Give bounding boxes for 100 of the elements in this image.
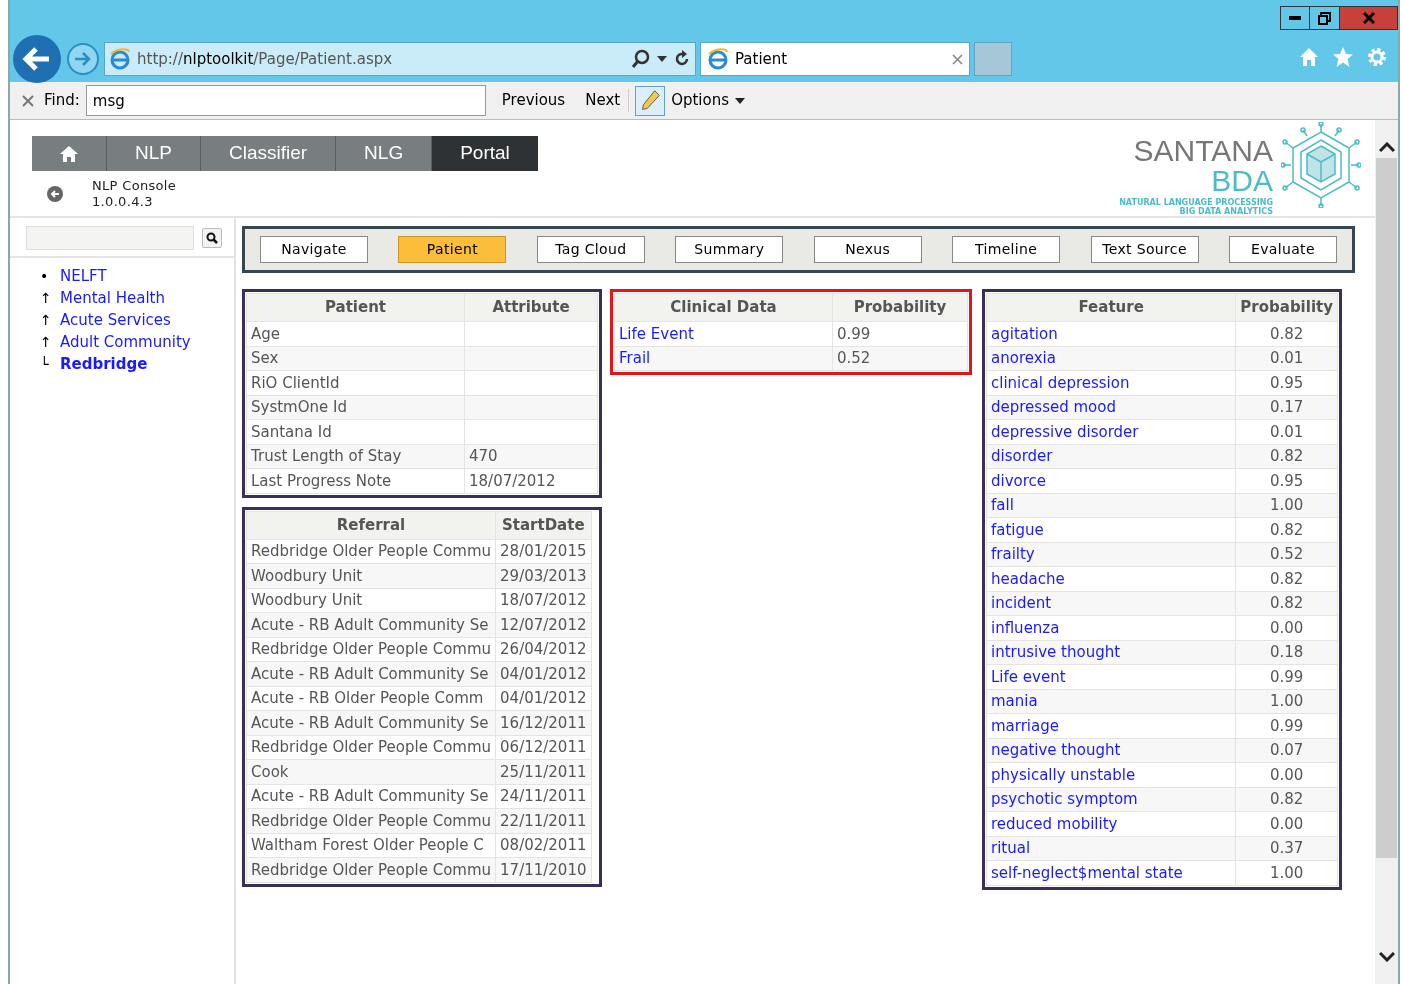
- find-field[interactable]: msg: [85, 85, 486, 116]
- table-cell: 0.82: [1235, 591, 1338, 616]
- tab[interactable]: Nexus: [813, 236, 922, 263]
- table-cell: 22/11/2011: [495, 808, 591, 833]
- table-cell: 0.00: [1235, 811, 1338, 836]
- table-cell: 12/07/2012: [495, 612, 591, 637]
- feature-link[interactable]: self-neglect$mental state: [986, 860, 1236, 885]
- table-cell: 1.00: [1235, 493, 1338, 518]
- browser-tab[interactable]: Patient: [700, 42, 970, 76]
- table-cell: 18/07/2012: [495, 588, 591, 613]
- column-header: Attribute: [464, 293, 598, 322]
- tab[interactable]: Patient: [398, 236, 507, 263]
- table-cell: Acute - RB Adult Community Se: [246, 661, 496, 686]
- feature-link[interactable]: clinical depression: [986, 370, 1236, 395]
- breadcrumb-link[interactable]: Mental Health: [60, 287, 165, 310]
- table-cell: 0.82: [1235, 517, 1338, 542]
- feature-link[interactable]: influenza: [986, 615, 1236, 640]
- feature-link[interactable]: fatigue: [986, 517, 1236, 542]
- table-cell: 0.07: [1235, 738, 1338, 763]
- feature-link[interactable]: Life event: [986, 664, 1236, 689]
- column-header: Probability: [832, 293, 968, 322]
- tree-marker: ↑: [40, 289, 52, 308]
- table-cell: 0.82: [1235, 444, 1338, 469]
- tab[interactable]: Evaluate: [1228, 236, 1337, 263]
- table-cell: Acute - RB Adult Community Se: [246, 612, 496, 637]
- table-cell: 06/12/2011: [495, 735, 591, 760]
- feature-link[interactable]: fall: [986, 493, 1236, 518]
- feature-link[interactable]: depressed mood: [986, 395, 1236, 420]
- nav-tab[interactable]: Portal: [431, 136, 538, 171]
- table-cell: 0.37: [1235, 836, 1338, 861]
- address-bar[interactable]: http://nlptoolkit/Page/Patient.aspx: [104, 42, 696, 76]
- table-cell: 470: [464, 444, 598, 469]
- feature-link[interactable]: psychotic symptom: [986, 787, 1236, 812]
- feature-link[interactable]: physically unstable: [986, 762, 1236, 787]
- breadcrumb-link[interactable]: Acute Services: [60, 309, 171, 332]
- table-cell: Santana Id: [246, 419, 465, 444]
- tab[interactable]: Timeline: [952, 236, 1061, 263]
- feature-link[interactable]: negative thought: [986, 738, 1236, 763]
- feature-link[interactable]: disorder: [986, 444, 1236, 469]
- logo-tagline: BIG DATA ANALYTICS: [1179, 207, 1273, 216]
- feature-link[interactable]: ritual: [986, 836, 1236, 861]
- feature-link[interactable]: Life Event: [614, 321, 833, 346]
- feature-link[interactable]: mania: [986, 689, 1236, 714]
- table-cell: 0.99: [832, 321, 968, 346]
- table-cell: 24/11/2011: [495, 784, 591, 809]
- table-cell: Age: [246, 321, 465, 346]
- tab[interactable]: Text Source: [1090, 236, 1199, 263]
- feature-link[interactable]: agitation: [986, 321, 1236, 346]
- table-cell: 17/11/2010: [495, 857, 591, 882]
- table-cell: 0.99: [1235, 713, 1338, 738]
- table-cell: Acute - RB Adult Community Se: [246, 784, 496, 809]
- table-cell: 25/11/2011: [495, 759, 591, 784]
- table-cell: SystmOne Id: [246, 395, 465, 420]
- tree-marker: ↑: [40, 311, 52, 330]
- column-header: StartDate: [495, 511, 591, 539]
- column-header: Probability: [1235, 293, 1338, 322]
- table-cell: 0.00: [1235, 762, 1338, 787]
- table-cell: 0.82: [1235, 321, 1338, 346]
- table-cell: Sex: [246, 346, 465, 371]
- table-cell: 26/04/2012: [495, 637, 591, 662]
- breadcrumb-link[interactable]: Redbridge: [60, 353, 148, 376]
- column-header: Clinical Data: [614, 293, 833, 322]
- table-cell: 0.01: [1235, 419, 1338, 444]
- table-cell: 0.52: [832, 346, 968, 371]
- nav-tab[interactable]: Classifier: [199, 136, 336, 171]
- address-text: http://nlptoolkit/Page/Patient.aspx: [137, 48, 393, 70]
- table-cell: 29/03/2013: [495, 563, 591, 588]
- find-button[interactable]: Next: [585, 89, 621, 112]
- table-cell: Acute - RB Adult Community Se: [246, 710, 496, 735]
- table-cell: Redbridge Older People Commu: [246, 539, 496, 564]
- nav-tab[interactable]: NLG: [335, 136, 432, 171]
- feature-link[interactable]: Frail: [614, 346, 833, 371]
- feature-link[interactable]: marriage: [986, 713, 1236, 738]
- nav-tab[interactable]: NLP: [106, 136, 200, 171]
- breadcrumb-link[interactable]: Adult Community: [60, 331, 191, 354]
- table-cell: 04/01/2012: [495, 686, 591, 711]
- tree-marker: ↑: [40, 333, 52, 352]
- options-menu[interactable]: Options: [671, 89, 730, 112]
- logo-title: SANTANA: [1133, 136, 1273, 166]
- tab[interactable]: Tag Cloud: [536, 236, 645, 263]
- table-cell: 0.82: [1235, 787, 1338, 812]
- feature-link[interactable]: divorce: [986, 468, 1236, 493]
- table-cell: 18/07/2012: [464, 468, 598, 493]
- feature-link[interactable]: headache: [986, 566, 1236, 591]
- table-cell: 08/02/2011: [495, 833, 591, 858]
- console-name: NLP Console: [92, 178, 177, 194]
- tab[interactable]: Summary: [675, 236, 784, 263]
- feature-link[interactable]: intrusive thought: [986, 640, 1236, 665]
- table-cell: 04/01/2012: [495, 661, 591, 686]
- feature-link[interactable]: depressive disorder: [986, 419, 1236, 444]
- feature-link[interactable]: anorexia: [986, 346, 1236, 371]
- feature-link[interactable]: incident: [986, 591, 1236, 616]
- find-button[interactable]: Previous: [501, 89, 566, 112]
- feature-link[interactable]: reduced mobility: [986, 811, 1236, 836]
- table-cell: 28/01/2015: [495, 539, 591, 564]
- table-cell: 16/12/2011: [495, 710, 591, 735]
- feature-link[interactable]: frailty: [986, 542, 1236, 567]
- breadcrumb-link[interactable]: NELFT: [60, 265, 107, 288]
- tab[interactable]: Navigate: [260, 236, 368, 263]
- table-cell: Last Progress Note: [246, 468, 465, 493]
